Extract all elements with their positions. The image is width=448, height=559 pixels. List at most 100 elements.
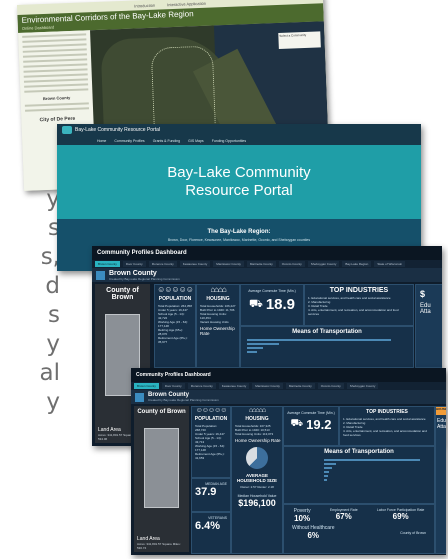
housing-stat: Total Housing Units: 110,454 (200, 312, 227, 320)
map-title: County of Brown (106, 287, 139, 301)
tab-florence-county[interactable]: Florence County (148, 261, 177, 267)
transportation-panel: Means of Transportation (283, 446, 435, 504)
nav-community-profiles[interactable]: Community Profiles (114, 139, 144, 143)
env-county-label: Brown County (42, 95, 71, 102)
tab-interactive-application[interactable]: Interactive Application (167, 0, 206, 6)
text-line-placeholder (23, 78, 88, 83)
dashboard-header: Community Profiles Dashboard (131, 368, 446, 382)
tab-bay-lake-region[interactable]: Bay-Lake Region (342, 261, 372, 267)
population-panel: ☺☺☺☺☺ POPULATION Total Population: 264,3… (154, 284, 196, 368)
employment-stat: Employment Rate 67% (330, 508, 358, 523)
portal-app-title: Bay-Lake Community Resource Portal (75, 127, 161, 133)
community-selector[interactable]: Select a Community (278, 31, 321, 49)
text-line-placeholder (23, 68, 88, 73)
transportation-panel: Means of Transportation (240, 326, 414, 368)
house-icon: ⌂⌂⌂⌂⌂ (248, 407, 266, 414)
side-text-line: y (46, 331, 60, 357)
nav-funding[interactable]: Funding Opportunities (212, 139, 246, 143)
industries-panel: TOP INDUSTRIES 1. Educational services, … (304, 284, 414, 326)
text-line-placeholder (22, 38, 87, 43)
community-dashboard-screenshot-2: Community Profiles Dashboard Brown Count… (131, 368, 446, 555)
population-stat: School Age (5 - 14): 43,713 (195, 436, 222, 444)
housing-stat: Total Housing Units: 113,073 (235, 432, 274, 436)
text-line-placeholder (23, 58, 88, 63)
nav-grants[interactable]: Grants & Funding (153, 139, 180, 143)
population-stat: Total Population: 268,740 (195, 424, 218, 432)
commute-value: 19.2 (306, 417, 332, 432)
county-of-brown-label: County of Brown (400, 530, 426, 535)
region-counties: Brown, Door, Florence, Kewaunee, Manitow… (167, 238, 311, 242)
county-bar: Brown County Created by Bay-Lake Regiona… (92, 268, 442, 282)
industries-list: 1. Educational services, and health care… (305, 294, 413, 318)
tab-state-of-wisconsin[interactable]: State of Wisconsin (374, 261, 406, 267)
population-stats: Total Population: 268,740 Under 5 years:… (192, 422, 230, 462)
text-line-placeholder (25, 107, 90, 112)
tab-brown-county[interactable]: Brown County (134, 383, 159, 389)
county-bar: Brown County Created by Bay-Lake Regiona… (131, 390, 446, 404)
land-area-block: Land Area Acres: 341,801.57 Square Miles… (137, 536, 189, 550)
labor-stat: Labor Force Participation Rate 69% (377, 508, 424, 523)
transport-bar (324, 467, 333, 469)
median-value-value: $196,100 (238, 498, 276, 508)
tab-sheboygan-county[interactable]: Sheboygan County (307, 261, 340, 267)
portal-hero-title: Bay-Lake Community Resource Portal (167, 164, 311, 199)
tab-florence-county[interactable]: Florence County (187, 383, 216, 389)
text-line-placeholder (24, 102, 89, 107)
industry-item: 4. Arts, entertainment, and recreation, … (343, 429, 427, 437)
nav-home[interactable]: Home (97, 139, 106, 143)
house-icon: ⌂⌂⌂⌂ (210, 285, 226, 294)
transport-bar (324, 471, 330, 473)
home-ownership-label: Home Ownership Rate (235, 438, 281, 443)
tab-oconto-county[interactable]: Oconto County (278, 261, 305, 267)
people-icon: ☺☺☺☺☺ (157, 285, 194, 294)
home-ownership-label: Home Ownership Rate (200, 326, 235, 336)
housing-stat: Vacant Housing Units (200, 320, 229, 324)
commute-label: Average Commute Time (Min.) (287, 411, 335, 415)
population-stat: School Age (5 - 14): 42,722 (158, 312, 185, 320)
population-stat: Retirement Age (65+): 41,653 (195, 452, 225, 460)
industries-panel: TOP INDUSTRIES 1. Educational services, … (339, 406, 435, 446)
nav-gis-maps[interactable]: GIS Maps (188, 139, 204, 143)
county-map-panel[interactable]: County of Brown Land Area Acres: 341,801… (134, 406, 189, 552)
poverty-value: 10% (294, 514, 311, 523)
right-label: Edu Atta (420, 303, 431, 315)
right-top-label: HOUSEHO (436, 407, 446, 415)
tab-kewaunee-county[interactable]: Kewaunee County (218, 383, 250, 389)
tab-manitowoc-county[interactable]: Manitowoc County (252, 383, 283, 389)
tab-marinette-county[interactable]: Marinette County (285, 383, 315, 389)
tab-kewaunee-county[interactable]: Kewaunee County (179, 261, 211, 267)
county-credit: Created by Bay-Lake Regional Planning Co… (109, 276, 180, 281)
county-flag-icon (135, 392, 144, 402)
env-city-label: City of De Pere (39, 115, 76, 124)
tab-brown-county[interactable]: Brown County (95, 261, 120, 267)
tab-door-county[interactable]: Door County (122, 261, 146, 267)
side-text-line: s (48, 215, 60, 241)
map-title: County of Brown (137, 409, 186, 415)
tab-sheboygan-county[interactable]: Sheboygan County (346, 383, 379, 389)
car-icon: ⛟ (248, 297, 263, 310)
ownership-pie (246, 447, 268, 469)
industry-item: 4. Arts, entertainment, and recreation, … (308, 308, 399, 316)
tab-manitowoc-county[interactable]: Manitowoc County (213, 261, 244, 267)
industries-list: 1. Educational services, and health care… (340, 415, 434, 439)
portal-top-bar: Bay-Lake Community Resource Portal (57, 124, 421, 136)
transport-bar (324, 459, 420, 461)
labor-value: 69% (392, 512, 409, 521)
housing-panel: ⌂⌂⌂⌂⌂ HOUSING Total Households: 107,325 … (231, 406, 283, 554)
tab-oconto-county[interactable]: Oconto County (317, 383, 344, 389)
people-icon: ☺☺☺☺☺ (195, 407, 228, 414)
commute-value: 18.9 (265, 296, 296, 313)
text-line-placeholder (22, 53, 87, 58)
veterans-value: 6.4% (195, 520, 221, 532)
population-panel: ☺☺☺☺☺ POPULATION Total Population: 268,7… (191, 406, 231, 478)
county-shape (144, 428, 179, 508)
poverty-stat: Poverty 10% (294, 508, 311, 523)
tab-door-county[interactable]: Door County (161, 383, 185, 389)
text-line-placeholder (22, 33, 87, 38)
transport-bar (247, 351, 257, 353)
transport-bar (247, 343, 279, 345)
tab-introduction[interactable]: Introduction (134, 2, 155, 8)
county-flag-icon (96, 270, 105, 280)
dashboard-header: Community Profiles Dashboard (92, 246, 442, 260)
tab-marinette-county[interactable]: Marinette County (246, 261, 276, 267)
